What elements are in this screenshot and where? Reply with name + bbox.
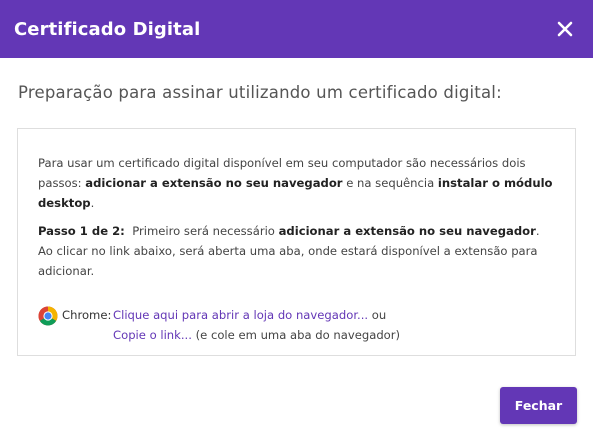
- dialog-header: Certificado Digital: [0, 0, 593, 58]
- chrome-line-2: Copie o link... (e cole em uma aba do na…: [113, 325, 555, 345]
- intro-bold-1: adicionar a extensão no seu navegador: [85, 176, 343, 190]
- intro-paragraph: Para usar um certificado digital disponí…: [38, 153, 555, 213]
- step-text-1: Primeiro será necessário: [124, 224, 279, 238]
- chrome-row: Chrome: Clique aqui para abrir a loja do…: [38, 305, 555, 345]
- chrome-icon: [38, 306, 58, 326]
- dialog-subtitle: Preparação para assinar utilizando um ce…: [18, 83, 502, 102]
- chrome-line-1: Clique aqui para abrir a loja do navegad…: [113, 305, 555, 325]
- intro-text-2: e na sequência: [342, 176, 438, 190]
- dialog-title: Certificado Digital: [14, 18, 201, 40]
- certificate-dialog: Certificado Digital Preparação para assi…: [0, 0, 593, 441]
- instructions-panel: Para usar um certificado digital disponí…: [17, 128, 576, 356]
- close-dialog-button[interactable]: Fechar: [500, 387, 577, 424]
- step-bold: adicionar a extensão no seu navegador: [278, 224, 536, 238]
- or-text: ou: [368, 308, 387, 322]
- chrome-label: Chrome:: [62, 308, 112, 322]
- step-paragraph: Passo 1 de 2: Primeiro será necessário a…: [38, 221, 555, 281]
- intro-text-3: .: [90, 196, 95, 210]
- close-icon: [557, 21, 573, 37]
- close-button[interactable]: [551, 15, 579, 43]
- step-label: Passo 1 de 2:: [38, 224, 125, 238]
- copy-hint-text: (e cole em uma aba do navegador): [191, 328, 401, 342]
- open-store-link[interactable]: Clique aqui para abrir a loja do navegad…: [113, 308, 368, 322]
- copy-link[interactable]: Copie o link...: [113, 328, 192, 342]
